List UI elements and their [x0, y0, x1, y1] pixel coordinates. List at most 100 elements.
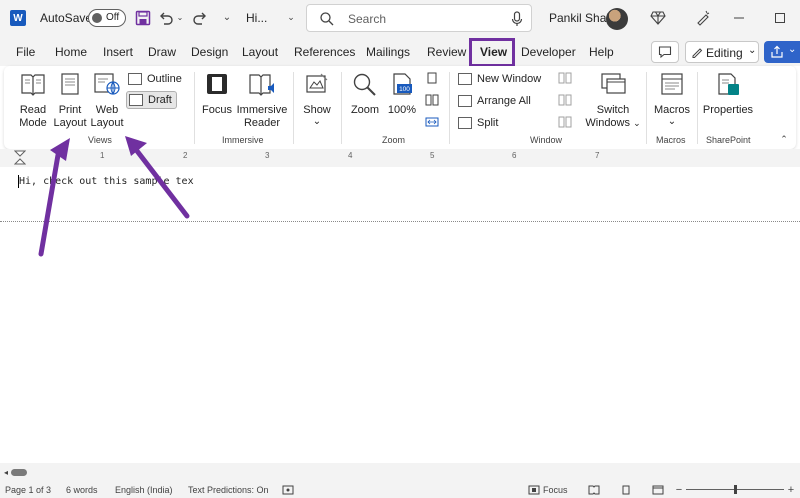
autosave-state: Off — [106, 12, 120, 23]
print-layout-view-icon[interactable] — [620, 485, 632, 495]
focus-button[interactable]: Focus — [200, 72, 234, 117]
text-predictions-status[interactable]: Text Predictions: On — [188, 485, 269, 495]
title-dropdown-icon[interactable]: ⌄ — [286, 12, 296, 22]
show-dropdown-icon: ⌄ — [312, 116, 322, 127]
switch-windows-button[interactable]: Switch Windows ⌄ — [584, 72, 642, 130]
pencil-icon — [692, 48, 703, 58]
split-icon — [458, 117, 472, 129]
tab-file[interactable]: File — [16, 45, 35, 59]
tab-insert[interactable]: Insert — [103, 45, 133, 59]
language-status[interactable]: English (India) — [115, 485, 173, 495]
scroll-left-icon[interactable]: ◂ — [2, 468, 10, 477]
accessibility-icon[interactable] — [282, 485, 294, 495]
zoom-button[interactable]: Zoom — [347, 72, 383, 117]
properties-label: Properties — [702, 104, 754, 116]
immersive-reader-button[interactable]: Immersive Reader — [236, 72, 288, 130]
document-title[interactable]: Hi... — [246, 0, 267, 36]
avatar[interactable] — [606, 8, 628, 30]
page-count[interactable]: Page 1 of 3 — [5, 485, 51, 495]
show-button[interactable]: Show ⌄ — [299, 72, 335, 127]
designer-pen-icon[interactable] — [694, 9, 712, 27]
share-icon — [771, 45, 783, 58]
multiple-pages-icon[interactable] — [425, 93, 439, 107]
focus-status-label[interactable]: Focus — [543, 485, 568, 495]
outline-button[interactable]: Outline — [128, 70, 182, 88]
zoom-in-icon[interactable]: + — [786, 484, 796, 496]
page-width-icon[interactable] — [425, 115, 439, 129]
zoom-out-icon[interactable]: − — [674, 484, 684, 496]
share-button[interactable]: ⌄ — [764, 41, 800, 63]
maximize-icon[interactable] — [771, 9, 789, 27]
ruler-number: 3 — [265, 151, 270, 160]
premium-diamond-icon[interactable] — [649, 9, 667, 27]
user-name[interactable]: Pankil Shah — [549, 0, 613, 36]
comments-button[interactable] — [651, 41, 679, 63]
tab-design[interactable]: Design — [191, 45, 228, 59]
document-text[interactable]: Hi, check out this sample tex — [19, 176, 194, 187]
focus-mode-icon[interactable] — [528, 485, 540, 495]
web-layout-button[interactable]: Web Layout — [89, 72, 125, 130]
editing-mode-button[interactable]: Editing ⌄ — [685, 41, 759, 63]
print-layout-icon — [61, 73, 79, 95]
arrange-all-icon — [458, 95, 472, 107]
switch-windows-label-1: Switch — [596, 104, 630, 116]
group-divider — [697, 72, 698, 144]
web-layout-label-1: Web — [95, 104, 119, 116]
customize-toolbar-icon[interactable]: ⌄ — [220, 10, 234, 24]
split-button[interactable]: Split — [458, 114, 498, 132]
read-mode-button[interactable]: Read Mode — [14, 72, 52, 130]
read-mode-view-icon[interactable] — [588, 485, 600, 495]
tab-layout[interactable]: Layout — [242, 45, 278, 59]
minimize-icon[interactable] — [730, 9, 748, 27]
show-icon — [306, 73, 328, 93]
tab-home[interactable]: Home — [55, 45, 87, 59]
print-layout-button[interactable]: Print Layout — [53, 72, 87, 130]
new-window-button[interactable]: New Window — [458, 70, 541, 88]
autosave-toggle[interactable]: Off — [88, 9, 126, 27]
tab-mailings[interactable]: Mailings — [366, 45, 410, 59]
one-page-icon[interactable] — [425, 71, 439, 85]
outline-icon — [128, 73, 142, 85]
tab-draw[interactable]: Draw — [148, 45, 176, 59]
zoom-magnifier-icon — [353, 73, 376, 96]
new-window-label: New Window — [477, 73, 542, 85]
views-group-label: Views — [88, 135, 112, 145]
arrange-all-button[interactable]: Arrange All — [458, 92, 531, 110]
draft-label: Draft — [148, 94, 172, 106]
collapse-ribbon-icon[interactable]: ⌃ — [778, 134, 790, 144]
switch-windows-icon — [601, 73, 626, 94]
view-side-by-side-icon — [558, 71, 572, 85]
document-canvas[interactable] — [0, 167, 800, 463]
word-app-icon[interactable]: W — [10, 10, 26, 26]
zoom-slider-thumb[interactable] — [734, 485, 737, 494]
arrange-all-label: Arrange All — [477, 95, 531, 107]
macros-dropdown-icon: ⌄ — [667, 116, 677, 127]
horizontal-scroll-thumb[interactable] — [11, 469, 27, 476]
redo-icon[interactable] — [191, 9, 209, 27]
undo-dropdown-icon[interactable]: ⌄ — [176, 12, 184, 22]
undo-icon[interactable] — [157, 9, 175, 27]
group-divider — [449, 72, 450, 144]
search-box[interactable]: Search — [306, 4, 532, 32]
sharepoint-group-label: SharePoint — [706, 135, 751, 145]
properties-button[interactable]: Properties — [701, 72, 755, 117]
tab-help[interactable]: Help — [589, 45, 614, 59]
word-count[interactable]: 6 words — [66, 485, 98, 495]
web-layout-view-icon[interactable] — [652, 485, 664, 495]
properties-icon — [718, 73, 739, 95]
draft-button[interactable]: Draft — [126, 91, 177, 109]
zoom-100-button[interactable]: 100 100% — [386, 72, 418, 117]
tab-view[interactable]: View — [480, 45, 507, 59]
tab-review[interactable]: Review — [427, 45, 466, 59]
horizontal-scrollbar[interactable] — [0, 463, 800, 481]
ruler-number: 7 — [595, 151, 600, 160]
focus-icon — [207, 74, 227, 94]
tab-developer[interactable]: Developer — [521, 45, 576, 59]
save-icon[interactable] — [134, 9, 152, 27]
ruler-number: 5 — [430, 151, 435, 160]
immersive-group-label: Immersive — [222, 135, 264, 145]
tab-references[interactable]: References — [294, 45, 355, 59]
horizontal-ruler[interactable]: 1 2 3 4 5 6 7 — [14, 151, 800, 165]
macros-button[interactable]: Macros ⌄ — [652, 72, 692, 127]
microphone-icon[interactable] — [511, 11, 523, 27]
